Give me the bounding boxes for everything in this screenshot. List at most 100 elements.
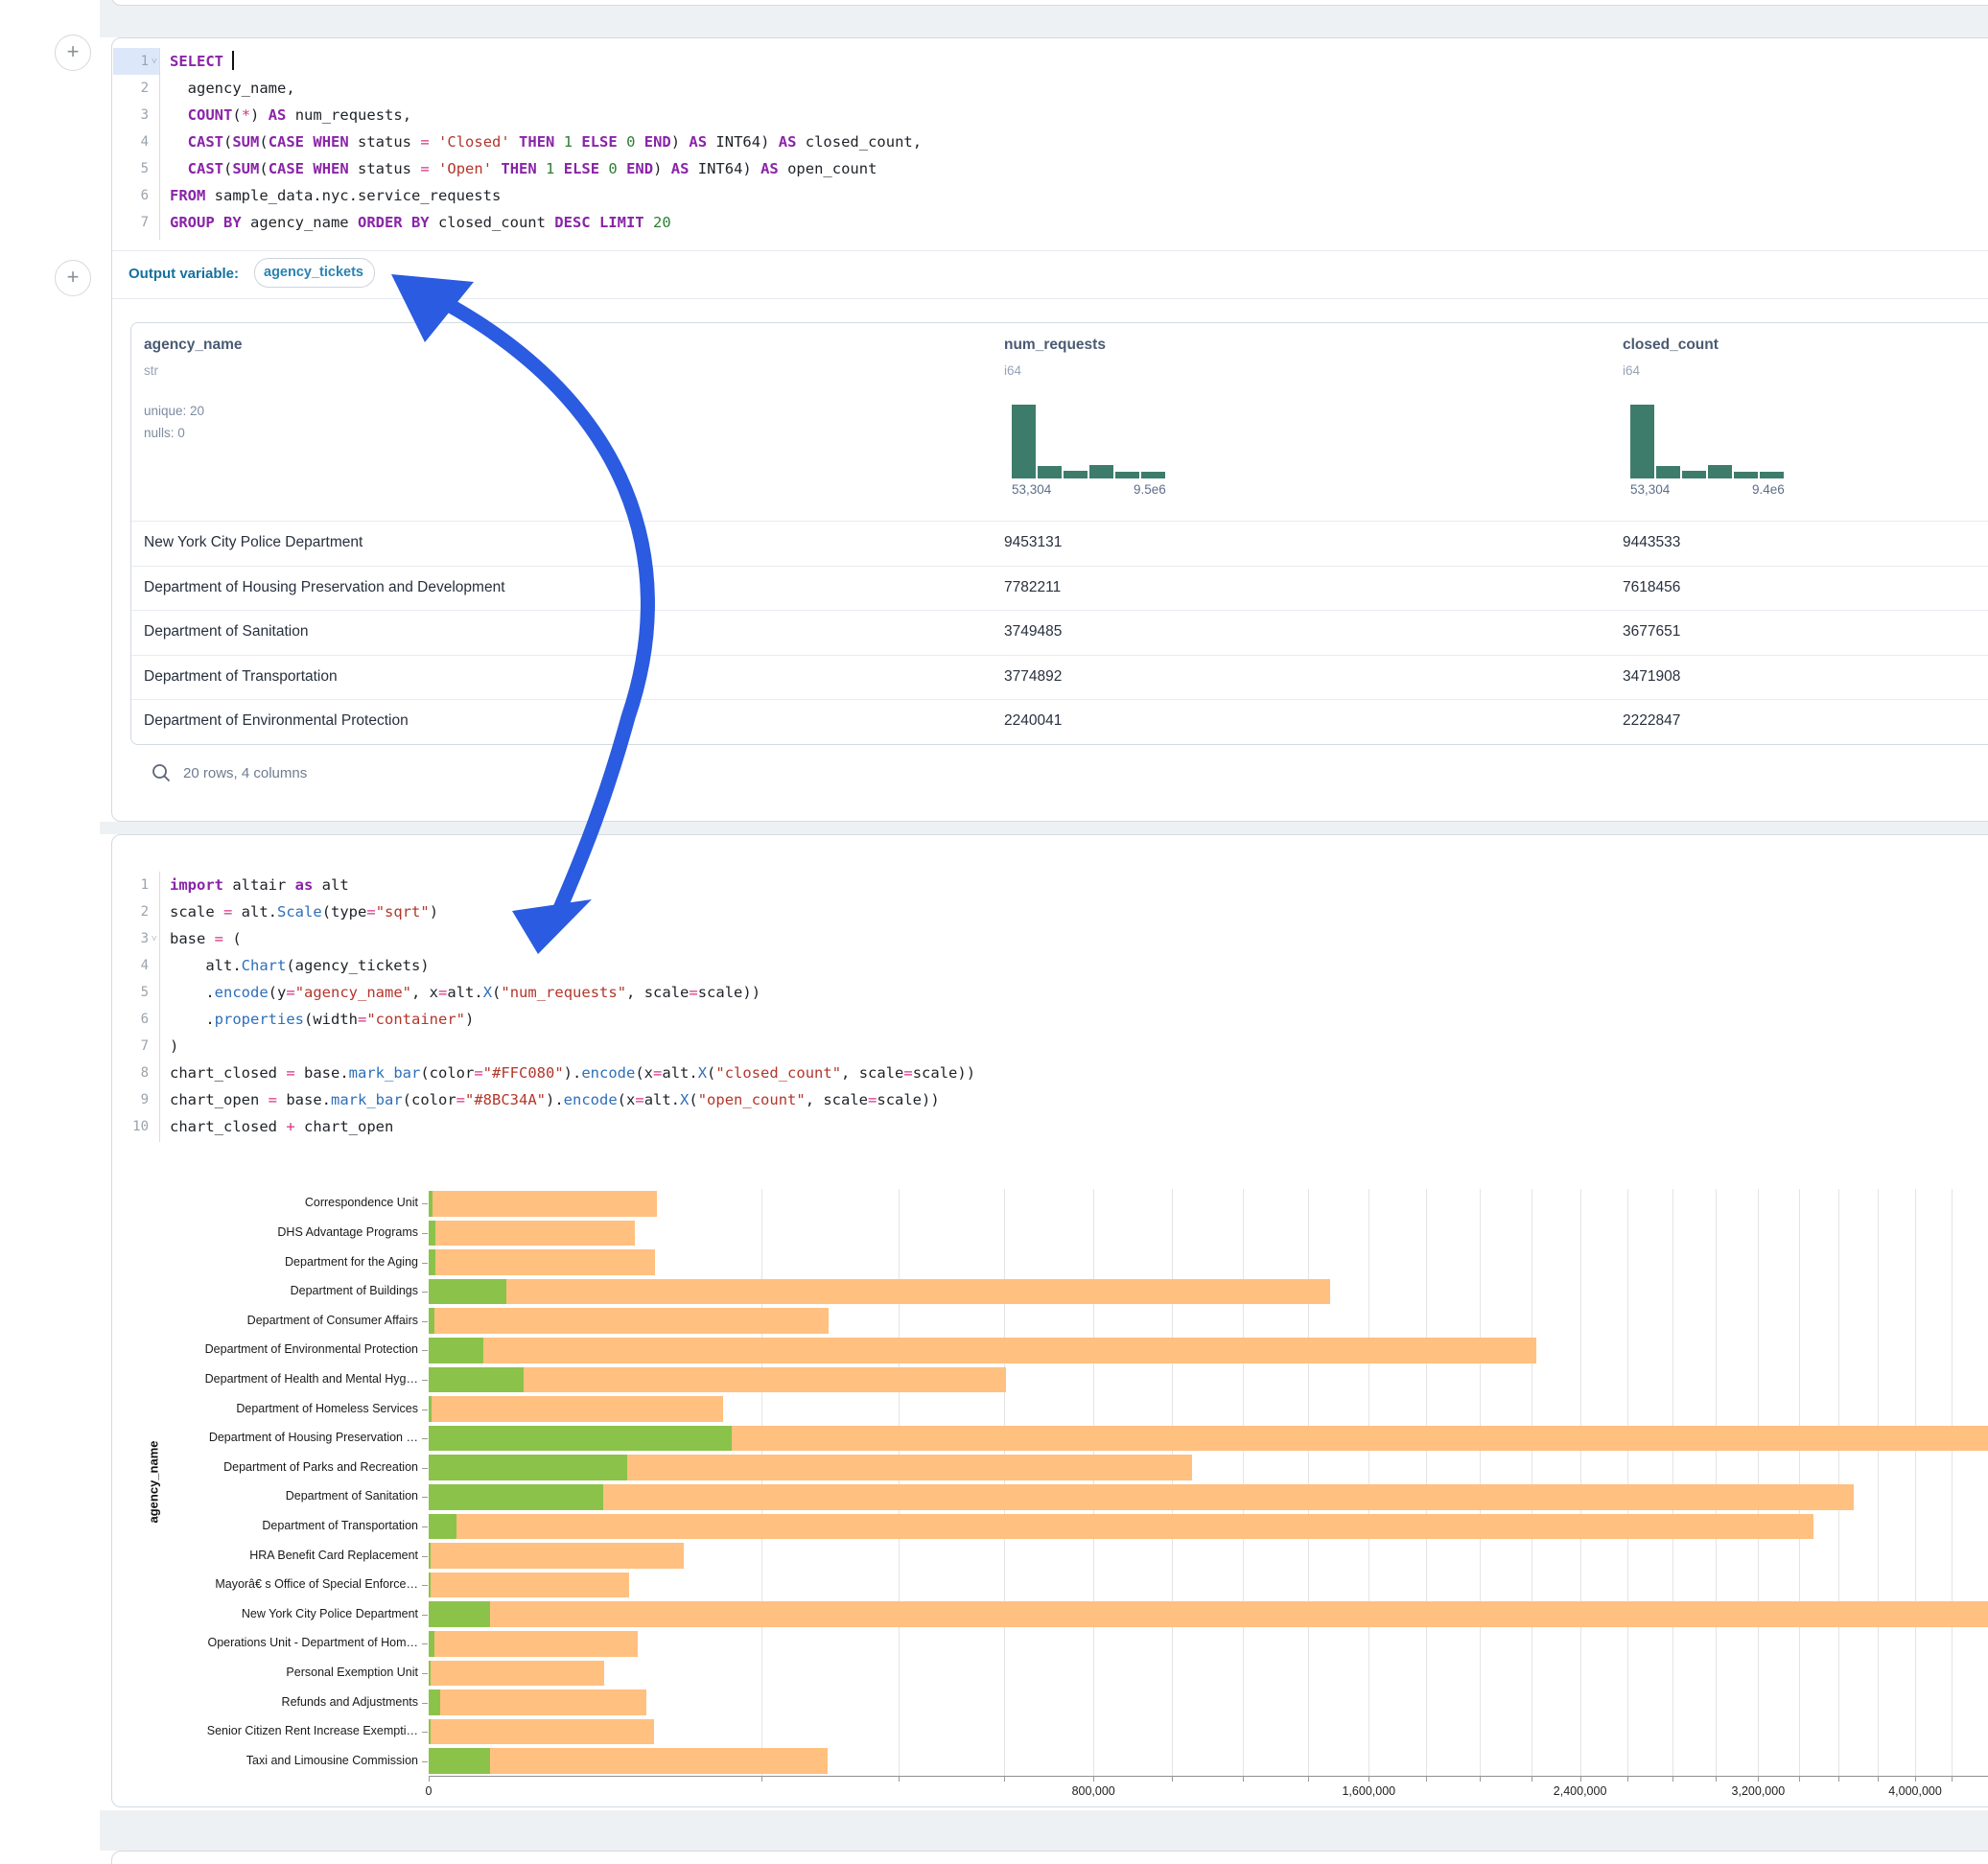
line-number: 7 xyxy=(120,209,149,236)
code-token: closed_count xyxy=(430,214,555,231)
table-cell-value[interactable]: 9443533 xyxy=(1623,521,1680,566)
code-line[interactable]: 10chart_closed + chart_open xyxy=(112,1113,1988,1140)
search-icon[interactable] xyxy=(151,762,172,783)
code-token: "num_requests" xyxy=(501,984,626,1001)
table-cell-agency[interactable]: Department of Sanitation xyxy=(144,610,308,655)
code-line[interactable]: 4 CAST(SUM(CASE WHEN status = 'Closed' T… xyxy=(112,128,1988,155)
table-cell-value[interactable]: 2222847 xyxy=(1623,699,1680,744)
histogram-bar xyxy=(1141,472,1165,478)
code-token: = xyxy=(868,1091,877,1108)
sql-cell[interactable]: 1˅SELECT 2 agency_name,3 COUNT(*) AS num… xyxy=(111,37,1988,822)
table-cell-value[interactable]: 7618456 xyxy=(1623,566,1680,611)
python-cell[interactable]: 1import altair as alt2scale = alt.Scale(… xyxy=(111,834,1988,1807)
table-cell-agency[interactable]: Department of Environmental Protection xyxy=(144,699,409,744)
code-token: scale)) xyxy=(698,984,760,1001)
code-token: 0 xyxy=(608,160,617,177)
code-line[interactable]: 7) xyxy=(112,1033,1988,1060)
code-token: ( xyxy=(492,984,501,1001)
sql-editor[interactable]: 1˅SELECT 2 agency_name,3 COUNT(*) AS num… xyxy=(112,48,1988,240)
code-token: agency_name, xyxy=(170,80,295,97)
table-cell-agency[interactable]: New York City Police Department xyxy=(144,521,363,566)
table-cell-value[interactable]: 7782211 xyxy=(1004,566,1061,611)
code-token: 'Closed' xyxy=(438,133,510,151)
code-token: AS xyxy=(671,160,690,177)
column-histogram[interactable] xyxy=(1630,405,1786,478)
code-token: = xyxy=(635,1091,643,1108)
code-token: properties xyxy=(215,1011,304,1028)
histogram-bar xyxy=(1708,465,1732,478)
fold-chevron-icon[interactable]: ˅ xyxy=(152,49,157,76)
code-token: WHEN xyxy=(313,160,348,177)
code-line[interactable]: 1˅SELECT xyxy=(112,48,1988,75)
table-cell-agency[interactable]: Department of Transportation xyxy=(144,655,338,700)
fold-chevron-icon[interactable]: ˅ xyxy=(152,926,157,953)
line-number: 2 xyxy=(120,75,149,102)
histogram-bar xyxy=(1038,466,1062,478)
code-token xyxy=(170,106,188,124)
cell-gap-bottom xyxy=(100,1810,1988,1851)
code-text: SELECT xyxy=(170,48,234,75)
column-header[interactable]: agency_name xyxy=(144,337,243,354)
code-token xyxy=(554,133,563,151)
code-token: sample_data.nyc.service_requests xyxy=(205,187,501,204)
code-line[interactable]: 9chart_open = base.mark_bar(color="#8BC3… xyxy=(112,1086,1988,1113)
output-variable-pill[interactable]: agency_tickets xyxy=(254,258,375,288)
histogram-bar xyxy=(1734,472,1758,478)
code-token: (type xyxy=(322,903,367,920)
code-line[interactable]: 5 .encode(y="agency_name", x=alt.X("num_… xyxy=(112,979,1988,1006)
table-cell-value[interactable]: 3774892 xyxy=(1004,655,1062,700)
add-cell-button[interactable]: + xyxy=(55,35,91,71)
table-cell-value[interactable]: 3677651 xyxy=(1623,610,1680,655)
code-token: 20 xyxy=(653,214,671,231)
code-token: status xyxy=(349,160,421,177)
code-line[interactable]: 6 FROM sample_data.nyc.service_requests xyxy=(112,182,1988,209)
column-header[interactable]: num_requests xyxy=(1004,337,1106,354)
code-token: encode xyxy=(581,1064,635,1082)
code-token: = xyxy=(269,1091,277,1108)
code-token: FROM xyxy=(170,187,205,204)
code-token: ) xyxy=(250,106,269,124)
code-token: ) xyxy=(465,1011,474,1028)
code-line[interactable]: 3 COUNT(*) AS num_requests, xyxy=(112,102,1988,128)
table-cell-value[interactable]: 3749485 xyxy=(1004,610,1062,655)
code-token: = xyxy=(420,133,429,151)
code-token: alt xyxy=(313,876,348,894)
code-line[interactable]: 1import altair as alt xyxy=(112,872,1988,898)
table-cell-value[interactable]: 3471908 xyxy=(1623,655,1680,700)
code-token: X xyxy=(698,1064,707,1082)
table-cell-value[interactable]: 9453131 xyxy=(1004,521,1062,566)
histogram-min-label: 53,304 xyxy=(1012,482,1051,497)
code-token: base xyxy=(170,930,215,947)
code-line[interactable]: 4 alt.Chart(agency_tickets) xyxy=(112,952,1988,979)
code-line[interactable]: 8chart_closed = base.mark_bar(color="#FF… xyxy=(112,1060,1988,1086)
column-header[interactable]: closed_count xyxy=(1623,337,1719,354)
histogram-bar xyxy=(1656,466,1680,478)
table-cell-agency[interactable]: Department of Housing Preservation and D… xyxy=(144,566,505,611)
table-cell-value[interactable]: 2240041 xyxy=(1004,699,1062,744)
code-line[interactable]: 6 .properties(width="container") xyxy=(112,1006,1988,1033)
code-token: AS xyxy=(760,160,779,177)
python-editor[interactable]: 1import altair as alt2scale = alt.Scale(… xyxy=(112,872,1988,1150)
code-token: (agency_tickets) xyxy=(286,957,429,974)
code-token: = xyxy=(215,930,223,947)
column-histogram[interactable] xyxy=(1012,405,1167,478)
code-token: (x xyxy=(635,1064,653,1082)
line-number: 6 xyxy=(120,182,149,209)
code-token: = xyxy=(653,1064,662,1082)
code-token: agency_name xyxy=(242,214,358,231)
code-text: agency_name, xyxy=(170,75,295,102)
add-cell-button[interactable]: + xyxy=(55,260,91,296)
code-line[interactable]: 5 CAST(SUM(CASE WHEN status = 'Open' THE… xyxy=(112,155,1988,182)
histogram-bar xyxy=(1089,465,1113,478)
code-token: encode xyxy=(215,984,269,1001)
code-token: (y xyxy=(269,984,287,1001)
code-token: mark_bar xyxy=(331,1091,403,1108)
code-line[interactable]: 3˅base = ( xyxy=(112,925,1988,952)
dataframe-table[interactable]: agency_namestrunique: 20nulls: 0num_requ… xyxy=(130,322,1988,745)
code-line[interactable]: 2 agency_name, xyxy=(112,75,1988,102)
line-number: 8 xyxy=(120,1060,149,1086)
code-line[interactable]: 2scale = alt.Scale(type="sqrt") xyxy=(112,898,1988,925)
code-token: ) xyxy=(671,133,690,151)
code-token: , scale xyxy=(841,1064,903,1082)
code-line[interactable]: 7GROUP BY agency_name ORDER BY closed_co… xyxy=(112,209,1988,236)
